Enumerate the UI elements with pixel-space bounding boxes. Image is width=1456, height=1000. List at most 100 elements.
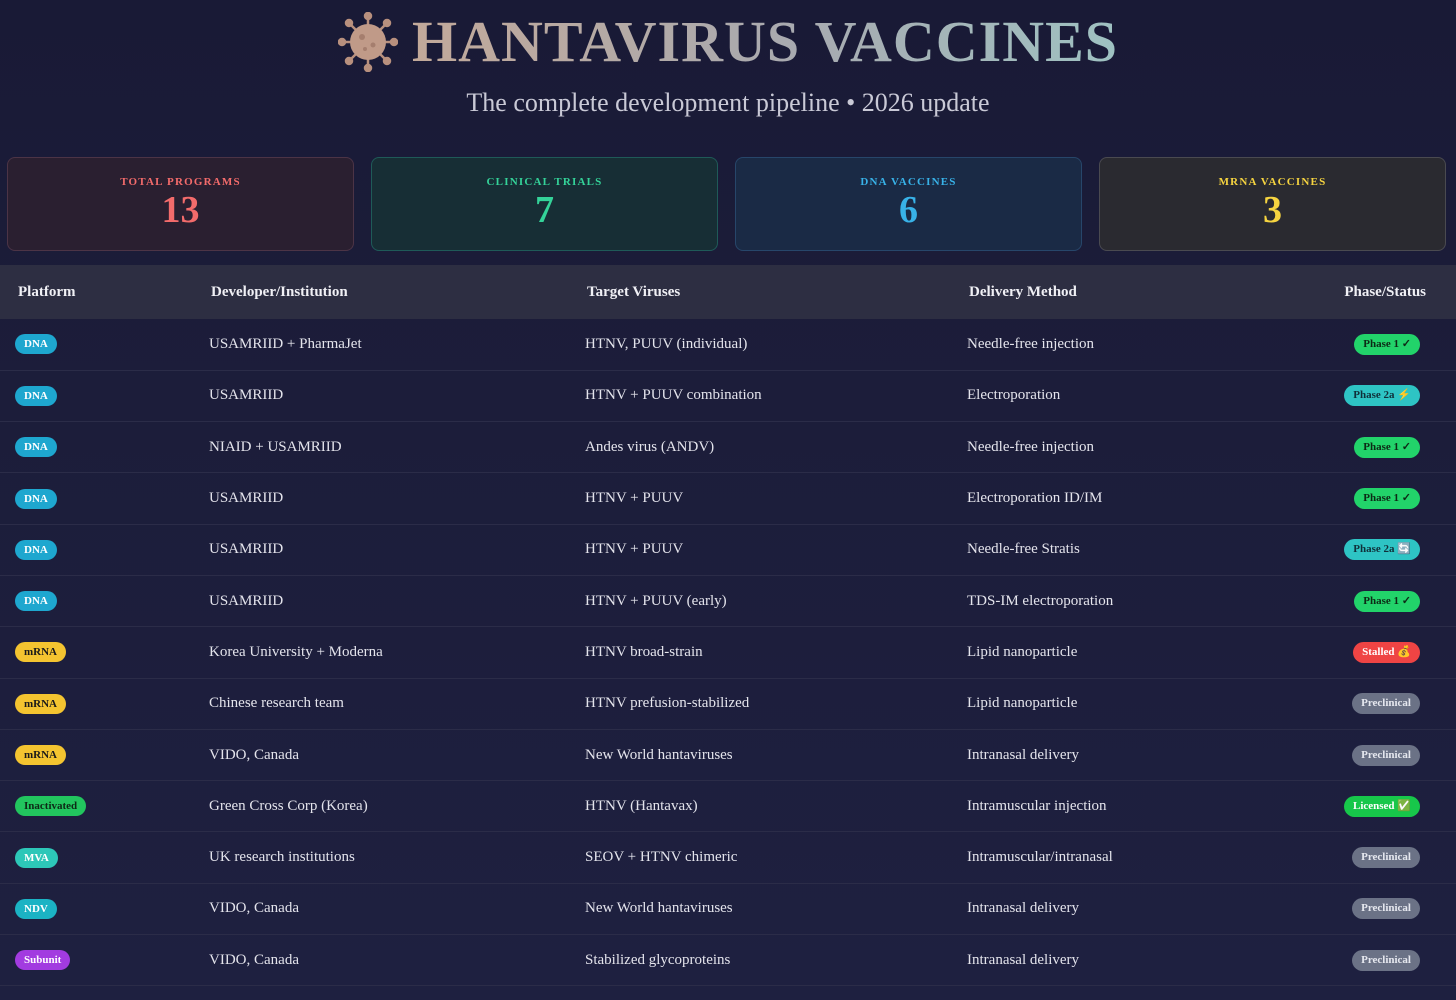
platform-badge: mRNA: [15, 693, 66, 714]
table-row: mRNA Korea University + Moderna HTNV bro…: [0, 627, 1456, 679]
stat-value: 3: [1263, 189, 1282, 231]
status-badge: Phase 2a 🔄: [1344, 539, 1420, 561]
stat-card-total-programs: TOTAL PROGRAMS 13: [7, 157, 354, 251]
table-row: DNA NIAID + USAMRIID Andes virus (ANDV) …: [0, 422, 1456, 473]
status-badge: Phase 1 ✓: [1354, 436, 1420, 458]
delivery-cell: Electroporation: [967, 387, 1061, 404]
target-cell: SEOV + HTNV chimeric: [585, 849, 738, 866]
column-header-status: Phase/Status: [1344, 283, 1426, 300]
delivery-cell: TDS-IM electroporation: [967, 592, 1114, 609]
status-badge: Preclinical: [1352, 744, 1420, 766]
status-badge: Preclinical: [1352, 693, 1420, 715]
status-badge: Preclinical: [1352, 898, 1420, 920]
table-row: DNA USAMRIID HTNV + PUUV Needle-free Str…: [0, 524, 1456, 576]
platform-badge: Subunit: [15, 950, 71, 971]
developer-cell: VIDO, Canada: [209, 746, 299, 763]
status-badge: Stalled 💰: [1353, 641, 1420, 663]
target-cell: HTNV (Hantavax): [585, 797, 698, 814]
page-title: HANTAVIRUS VACCINES: [411, 9, 1119, 74]
table-row: MVA UK research institutions SEOV + HTNV…: [0, 832, 1456, 884]
delivery-cell: Lipid nanoparticle: [967, 695, 1078, 712]
delivery-cell: Intramuscular/intranasal: [967, 849, 1113, 866]
stat-value: 6: [899, 189, 918, 231]
developer-cell: USAMRIID: [209, 387, 284, 404]
table-row: Subunit VIDO, Canada Stabilized glycopro…: [0, 935, 1456, 986]
developer-cell: Chinese research team: [209, 695, 344, 712]
target-cell: HTNV broad-strain: [585, 643, 703, 660]
platform-badge: mRNA: [15, 642, 66, 663]
platform-badge: Inactivated: [15, 796, 87, 817]
table-row: mRNA Chinese research team HTNV prefusio…: [0, 678, 1456, 730]
status-badge: Phase 1 ✓: [1354, 488, 1420, 510]
table-row: DNA USAMRIID HTNV + PUUV Electroporation…: [0, 473, 1456, 525]
platform-badge: DNA: [15, 385, 57, 406]
developer-cell: NIAID + USAMRIID: [209, 438, 342, 455]
table-row: DNA USAMRIID HTNV + PUUV (early) TDS-IM …: [0, 575, 1456, 627]
delivery-cell: Intranasal delivery: [967, 746, 1080, 763]
delivery-cell: Needle-free injection: [967, 438, 1095, 455]
developer-cell: USAMRIID: [209, 592, 284, 609]
target-cell: HTNV + PUUV (early): [585, 592, 727, 609]
developer-cell: USAMRIID: [209, 541, 284, 558]
delivery-cell: Lipid nanoparticle: [967, 643, 1078, 660]
column-header-delivery: Delivery Method: [969, 283, 1077, 300]
platform-badge: NDV: [15, 898, 57, 919]
vaccine-table: Platform Developer/Institution Target Vi…: [0, 265, 1456, 986]
table-row: DNA USAMRIID HTNV + PUUV combination Ele…: [0, 370, 1456, 422]
stat-label: MRNA VACCINES: [1218, 176, 1327, 188]
status-badge: Phase 1 ✓: [1354, 590, 1420, 612]
platform-badge: DNA: [15, 334, 57, 355]
stat-label: DNA VACCINES: [860, 176, 957, 188]
page-subtitle: The complete development pipeline • 2026…: [466, 88, 990, 117]
target-cell: Andes virus (ANDV): [585, 438, 715, 455]
platform-badge: DNA: [15, 488, 57, 509]
target-cell: Stabilized glycoproteins: [585, 951, 731, 968]
stat-card-clinical-trials: CLINICAL TRIALS 7: [371, 157, 718, 251]
delivery-cell: Needle-free Stratis: [967, 541, 1080, 558]
target-cell: HTNV + PUUV: [585, 490, 684, 507]
column-header-platform: Platform: [18, 283, 76, 300]
table-row: mRNA VIDO, Canada New World hantaviruses…: [0, 729, 1456, 781]
developer-cell: VIDO, Canada: [209, 951, 299, 968]
target-cell: New World hantaviruses: [585, 900, 733, 917]
column-header-target: Target Viruses: [587, 283, 681, 300]
delivery-cell: Intranasal delivery: [967, 951, 1080, 968]
developer-cell: VIDO, Canada: [209, 900, 299, 917]
delivery-cell: Intramuscular injection: [967, 797, 1107, 814]
status-badge: Licensed ✅: [1343, 795, 1420, 817]
stat-card-dna-vaccines: DNA VACCINES 6: [735, 157, 1082, 251]
stat-value: 7: [535, 189, 554, 231]
status-badge: Preclinical: [1352, 949, 1420, 971]
table-row: DNA USAMRIID + PharmaJet HTNV, PUUV (ind…: [0, 319, 1456, 371]
stat-label: CLINICAL TRIALS: [486, 176, 603, 188]
platform-badge: DNA: [15, 437, 57, 458]
stat-value: 13: [161, 189, 200, 231]
target-cell: HTNV + PUUV: [585, 541, 684, 558]
developer-cell: UK research institutions: [209, 849, 355, 866]
delivery-cell: Needle-free injection: [967, 335, 1095, 352]
page-header: HANTAVIRUS VACCINES The complete develop…: [0, 0, 1456, 251]
platform-badge: DNA: [15, 591, 57, 612]
table-row: NDV VIDO, Canada New World hantaviruses …: [0, 883, 1456, 935]
developer-cell: Green Cross Corp (Korea): [209, 797, 368, 814]
target-cell: HTNV prefusion-stabilized: [585, 695, 750, 712]
platform-badge: mRNA: [15, 745, 66, 766]
table-row: Inactivated Green Cross Corp (Korea) HTN…: [0, 781, 1456, 832]
status-badge: Phase 2a ⚡: [1344, 385, 1420, 407]
target-cell: HTNV + PUUV combination: [585, 387, 762, 404]
stat-label: TOTAL PROGRAMS: [120, 176, 241, 188]
delivery-cell: Electroporation ID/IM: [967, 490, 1103, 507]
developer-cell: USAMRIID: [209, 490, 284, 507]
status-badge: Preclinical: [1352, 847, 1420, 869]
table-header: Platform Developer/Institution Target Vi…: [0, 265, 1456, 319]
stat-card-mrna-vaccines: MRNA VACCINES 3: [1099, 157, 1446, 251]
developer-cell: USAMRIID + PharmaJet: [209, 335, 362, 352]
virus-icon: [337, 11, 398, 72]
title-row: HANTAVIRUS VACCINES: [0, 8, 1456, 75]
column-header-developer: Developer/Institution: [211, 283, 348, 300]
developer-cell: Korea University + Moderna: [209, 643, 383, 660]
delivery-cell: Intranasal delivery: [967, 900, 1080, 917]
status-badge: Phase 1 ✓: [1354, 333, 1420, 355]
target-cell: New World hantaviruses: [585, 746, 733, 763]
target-cell: HTNV, PUUV (individual): [585, 335, 748, 352]
